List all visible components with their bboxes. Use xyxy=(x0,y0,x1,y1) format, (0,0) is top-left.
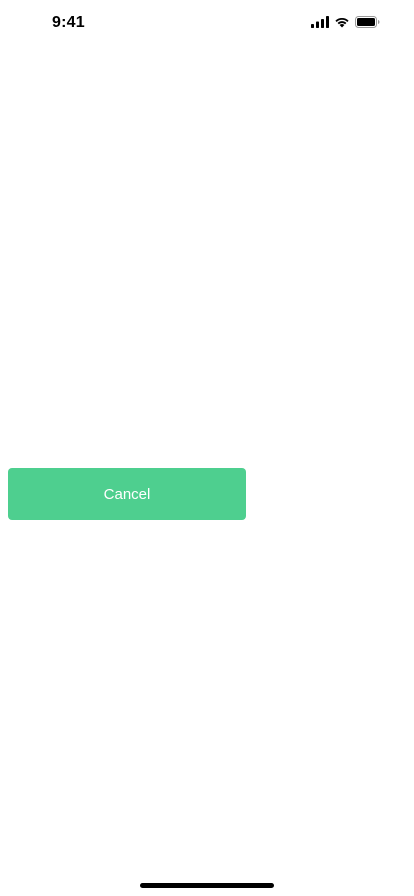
status-time: 9:41 xyxy=(52,14,85,31)
cellular-signal-icon xyxy=(311,16,329,28)
app-screen: 9:41 Cancel xyxy=(0,0,414,896)
wifi-icon xyxy=(334,16,350,28)
status-bar: 9:41 xyxy=(0,0,414,44)
cancel-button[interactable]: Cancel xyxy=(8,468,246,520)
home-indicator[interactable] xyxy=(140,883,274,888)
status-icons xyxy=(311,15,380,29)
battery-icon xyxy=(355,16,380,28)
